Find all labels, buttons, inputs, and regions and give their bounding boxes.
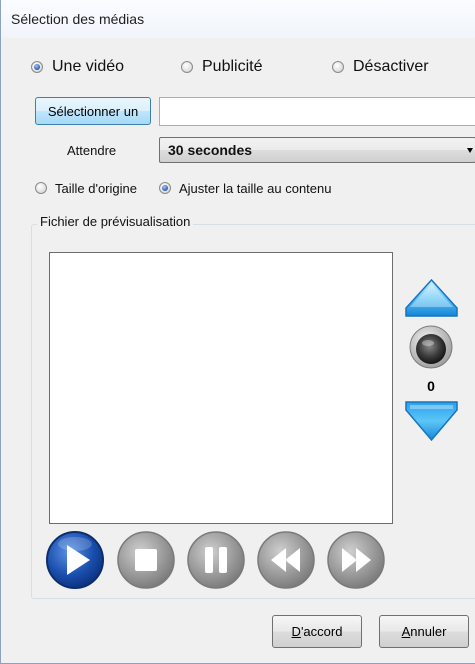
radio-publicite[interactable]: Publicité [181,57,262,77]
cancel-button-mnemonic: A [401,624,411,639]
cancel-button[interactable]: Annuler [379,615,469,648]
radio-une-video[interactable]: Une vidéo [31,57,124,77]
volume-down-icon[interactable] [404,400,459,442]
radio-taille-origine[interactable]: Taille d'origine [35,178,137,198]
radio-publicite-label: Publicité [202,58,263,75]
dialog-window: Sélection des médias Une vidéo Publicité… [0,0,475,664]
wait-duration-select[interactable]: 30 secondes [159,137,475,163]
cancel-button-label: nnuler [410,624,447,639]
wait-label: Attendre [67,143,117,158]
speaker-icon[interactable] [408,324,454,370]
radio-desactiver[interactable]: Désactiver [332,57,429,77]
stop-button[interactable] [116,530,176,590]
radio-desactiver-indicator[interactable] [332,61,344,73]
ok-button-label: 'accord [300,624,343,639]
volume-up-icon[interactable] [404,278,459,318]
pause-icon [187,531,245,589]
rewind-button[interactable] [256,530,316,590]
radio-une-video-label: Une vidéo [52,58,125,75]
ok-button-mnemonic: D [291,624,301,639]
rewind-icon [257,531,315,589]
radio-taille-origine-label: Taille d'origine [55,180,137,196]
radio-desactiver-label: Désactiver [353,58,429,75]
chevron-down-icon [467,148,473,153]
play-button[interactable] [45,530,105,590]
window-title: Sélection des médias [11,11,145,27]
wait-duration-value: 30 secondes [168,142,253,158]
stop-icon [117,531,175,589]
preview-group-label: Fichier de prévisualisation [37,214,194,229]
select-file-button[interactable]: Sélectionner un [35,97,151,125]
volume-value: 0 [427,378,435,394]
radio-ajuster-taille-label: Ajuster la taille au contenu [179,180,332,196]
play-icon [46,531,104,589]
radio-une-video-indicator[interactable] [31,61,43,73]
pause-button[interactable] [186,530,246,590]
radio-taille-origine-indicator[interactable] [35,182,47,194]
radio-ajuster-taille[interactable]: Ajuster la taille au contenu [159,178,331,198]
ok-button[interactable]: D'accord [272,615,362,648]
fast-forward-button[interactable] [326,530,386,590]
radio-ajuster-taille-indicator[interactable] [159,182,171,194]
title-bar[interactable]: Sélection des médias [1,0,475,39]
file-path-input[interactable] [159,97,475,126]
fast-forward-icon [327,531,385,589]
radio-publicite-indicator[interactable] [181,61,193,73]
preview-area [49,252,393,524]
